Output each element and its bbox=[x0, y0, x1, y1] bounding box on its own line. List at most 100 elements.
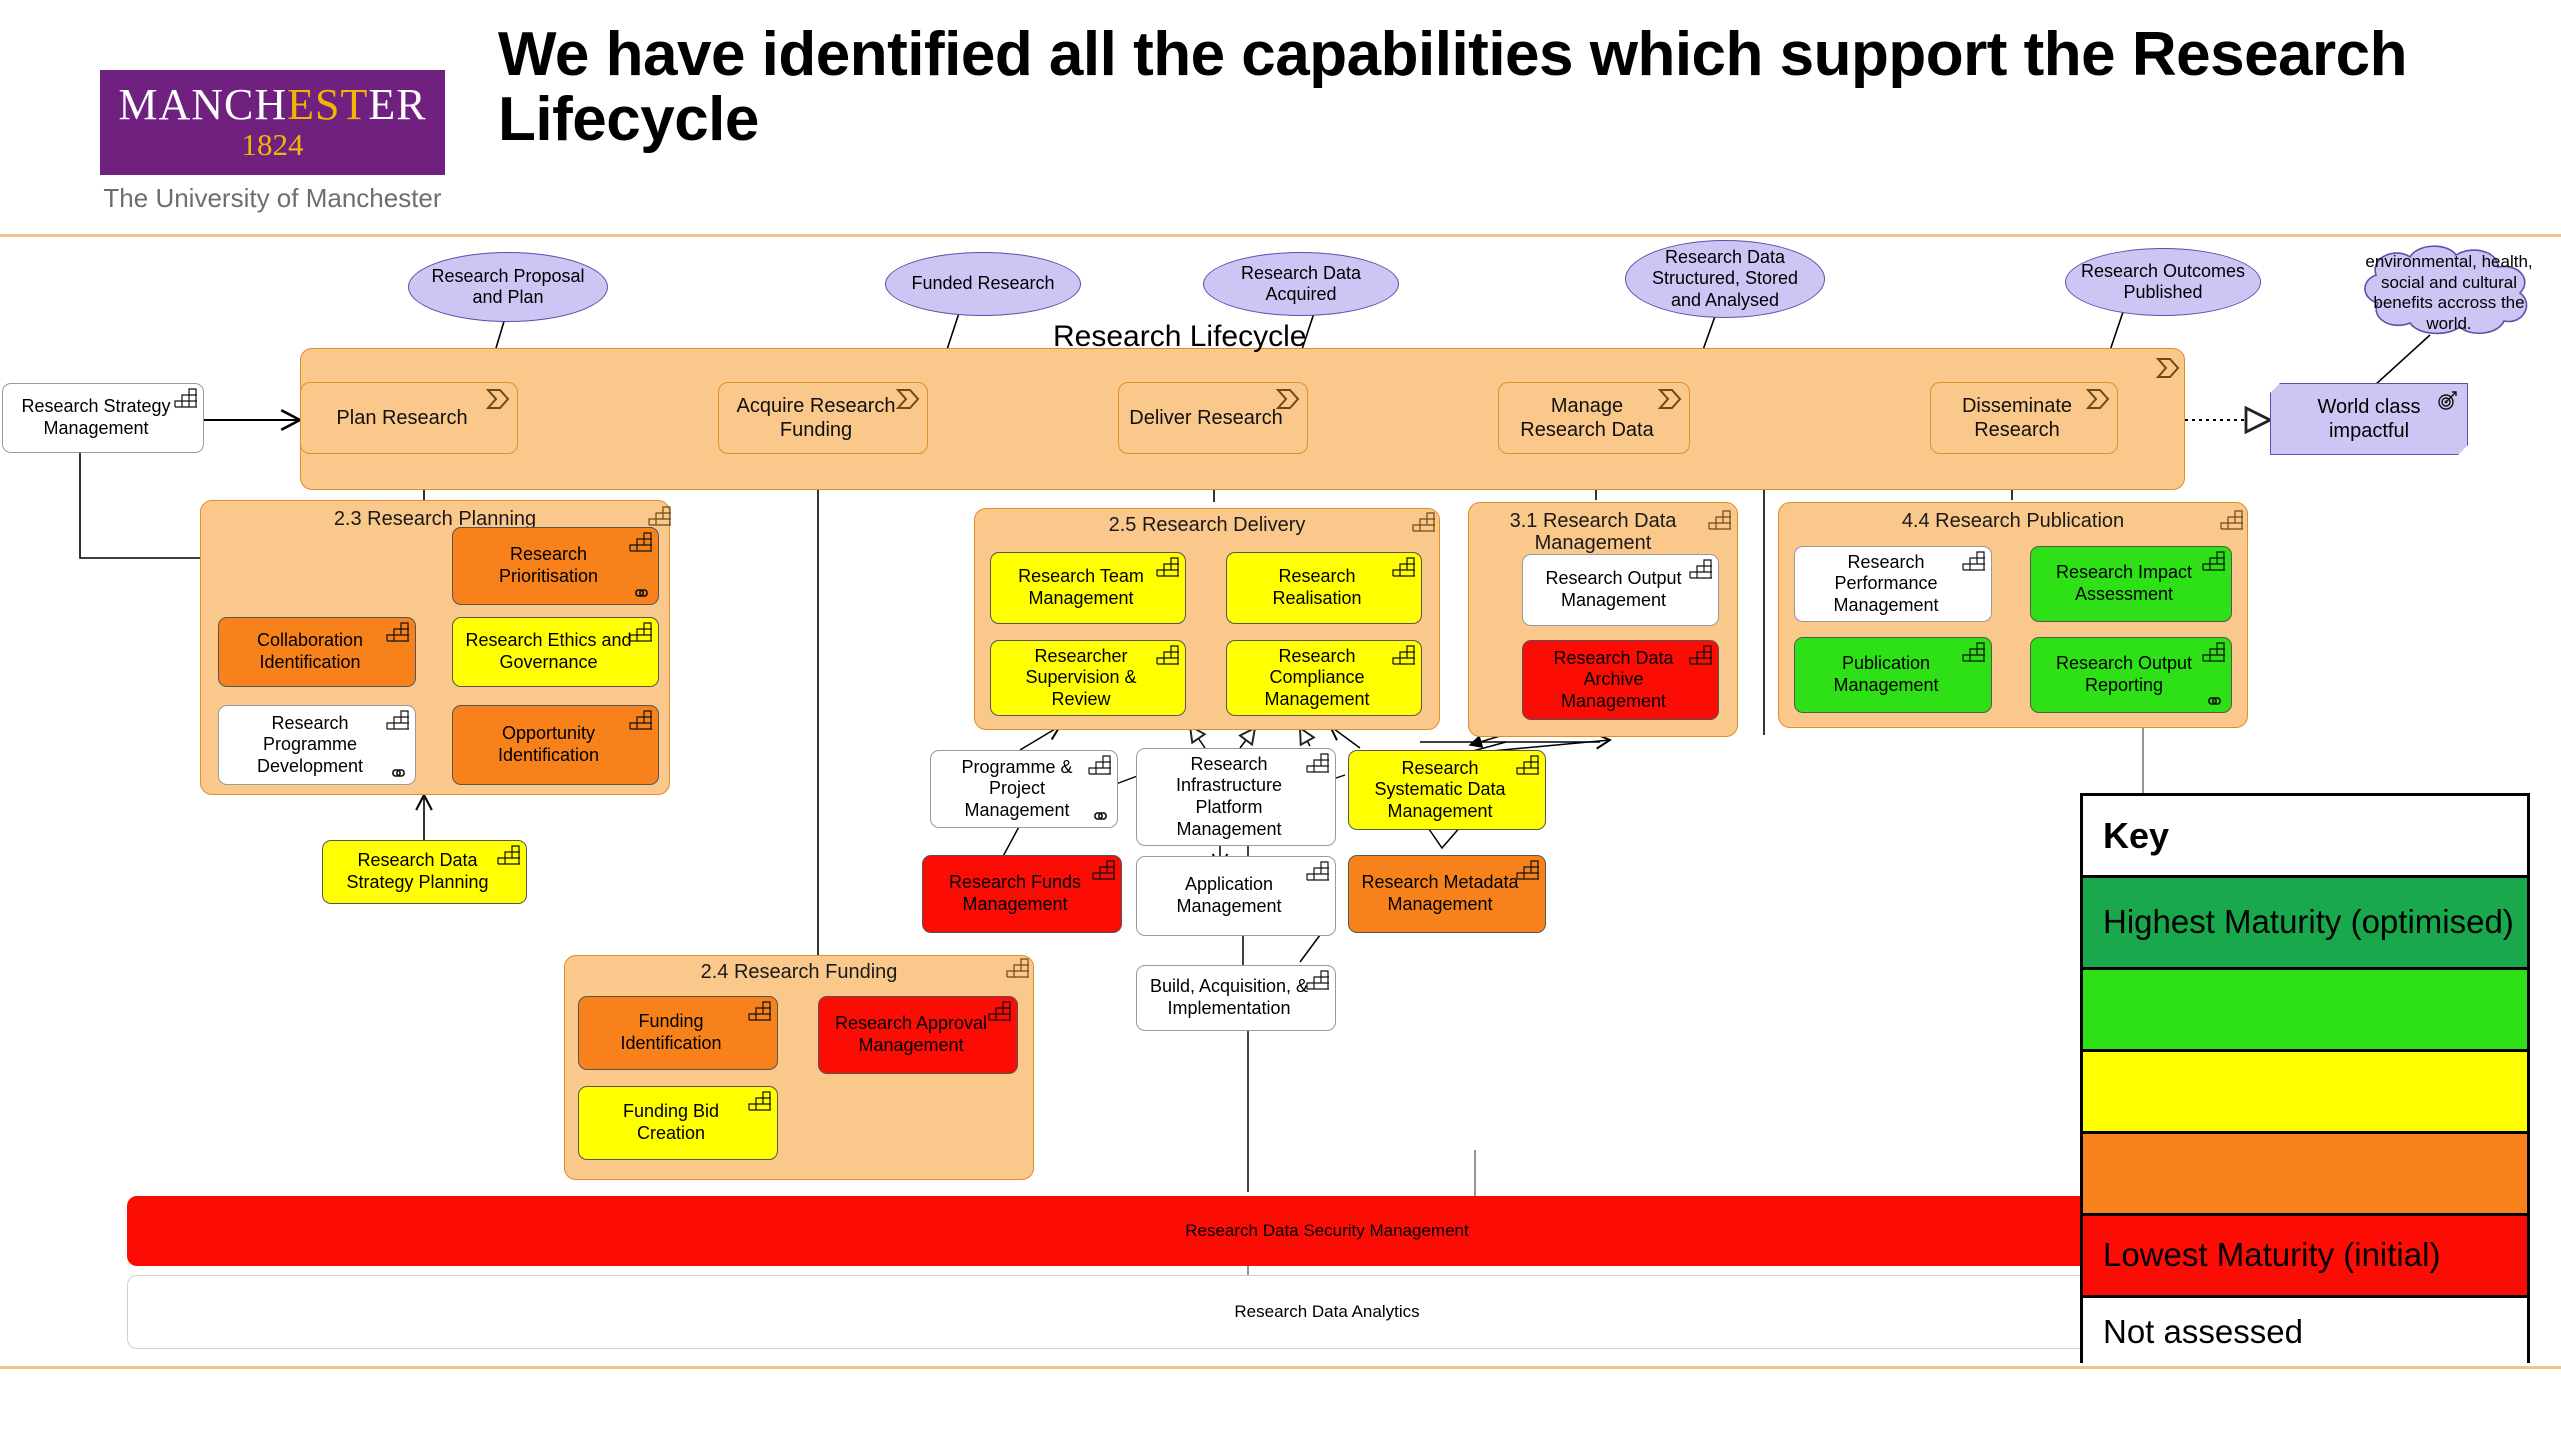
capability-build-acquisition-and-implementation[interactable]: Build, Acquisition, & Implementation bbox=[1136, 965, 1336, 1031]
capability-researcher-supervision-and-review[interactable]: Researcher Supervision & Review bbox=[990, 640, 1186, 716]
capability-research-performance-management[interactable]: Research Performance Management bbox=[1794, 546, 1992, 622]
capability-research-compliance-management[interactable]: Research Compliance Management bbox=[1226, 640, 1422, 716]
process-manage-research-data[interactable]: Manage Research Data bbox=[1498, 382, 1690, 454]
capability-icon bbox=[1689, 645, 1712, 665]
capability-research-prioritisation[interactable]: Research Prioritisation bbox=[452, 527, 659, 605]
group-title: 2.5 Research Delivery bbox=[1108, 514, 1306, 536]
capability-icon bbox=[629, 622, 652, 642]
process-disseminate-research[interactable]: Disseminate Research bbox=[1930, 382, 2118, 454]
capability-research-data-strategy-planning[interactable]: Research Data Strategy Planning bbox=[322, 840, 527, 904]
capability-label: Research Programme Development bbox=[256, 712, 364, 776]
logo-mark: MANCHESTER 1824 bbox=[100, 70, 445, 175]
key-label: Highest Maturity (optimised) bbox=[2103, 903, 2514, 941]
capability-label: Collaboration Identification bbox=[256, 630, 364, 672]
capability-research-team-management[interactable]: Research Team Management bbox=[990, 552, 1186, 624]
capability-icon bbox=[1412, 512, 1435, 532]
capability-label: Research Output Reporting bbox=[2055, 653, 2193, 695]
capability-research-approval-management[interactable]: Research Approval Management bbox=[818, 996, 1018, 1074]
capability-label: Research Prioritisation bbox=[498, 544, 599, 586]
business-process-icon bbox=[2085, 389, 2110, 409]
capability-funding-identification[interactable]: Funding Identification bbox=[578, 996, 778, 1070]
capability-icon bbox=[1689, 559, 1712, 579]
capability-icon bbox=[748, 1001, 771, 1021]
group-title: 2.4 Research Funding bbox=[700, 961, 898, 983]
slide-canvas: MANCHESTER 1824 The University of Manche… bbox=[0, 0, 2561, 1440]
capability-label: Researcher Supervision & Review bbox=[1025, 645, 1137, 709]
capability-research-ethics-and-governance[interactable]: Research Ethics and Governance bbox=[452, 617, 659, 687]
capability-icon bbox=[1708, 510, 1731, 530]
capability-icon bbox=[1156, 645, 1179, 665]
group-title: 3.1 Research Data Management bbox=[1509, 510, 1677, 555]
event-research-data-acquired[interactable]: Research Data Acquired bbox=[1203, 252, 1399, 316]
capability-programme-and-project-management[interactable]: Programme & Project Management bbox=[930, 750, 1118, 828]
goal-world-class-impactful[interactable]: World class impactful bbox=[2270, 383, 2468, 455]
event-research-data-structured-stored-analysed[interactable]: Research Data Structured, Stored and Ana… bbox=[1625, 240, 1825, 318]
logo-word-part-4: ER bbox=[368, 80, 427, 130]
capability-label: Research Team Management bbox=[1018, 566, 1144, 608]
capability-label: Research Systematic Data Management bbox=[1374, 757, 1506, 821]
capability-label: Research Data Security Management bbox=[1185, 1221, 1469, 1240]
capability-icon bbox=[1962, 642, 1985, 662]
header-divider bbox=[0, 234, 2561, 237]
capability-collaboration-identification[interactable]: Collaboration Identification bbox=[218, 617, 416, 687]
capability-icon bbox=[629, 710, 652, 730]
capability-icon bbox=[497, 845, 520, 865]
event-research-outcomes-published[interactable]: Research Outcomes Published bbox=[2065, 248, 2261, 316]
capability-icon bbox=[629, 532, 652, 552]
logo-subtitle: The University of Manchester bbox=[103, 183, 442, 213]
capability-label: Research Infrastructure Platform Managem… bbox=[1175, 753, 1283, 839]
business-process-icon bbox=[1275, 389, 1300, 409]
capability-opportunity-identification[interactable]: Opportunity Identification bbox=[452, 705, 659, 785]
process-deliver-research[interactable]: Deliver Research bbox=[1118, 382, 1308, 454]
process-plan-research[interactable]: Plan Research bbox=[300, 382, 518, 454]
capability-label: Research Metadata Management bbox=[1361, 872, 1519, 914]
capability-research-strategy-management[interactable]: Research Strategy Management bbox=[2, 383, 204, 453]
event-funded-research[interactable]: Funded Research bbox=[885, 252, 1081, 316]
capability-icon bbox=[1156, 557, 1179, 577]
event-label: Research Data Structured, Stored and Ana… bbox=[1651, 247, 1799, 310]
capability-label: Research Data Strategy Planning bbox=[346, 850, 489, 892]
capability-icon bbox=[1962, 551, 1985, 571]
capability-label: Research Output Management bbox=[1545, 568, 1682, 610]
event-label: Research Outcomes Published bbox=[2080, 260, 2246, 302]
capability-icon bbox=[1392, 557, 1415, 577]
capability-icon bbox=[2202, 642, 2225, 662]
capability-research-realisation[interactable]: Research Realisation bbox=[1226, 552, 1422, 624]
key-row-not-assessed: Not assessed bbox=[2083, 1298, 2527, 1366]
key-legend: Key Highest Maturity (optimised) Lowest … bbox=[2080, 793, 2530, 1366]
capability-icon bbox=[2202, 551, 2225, 571]
capability-icon bbox=[1092, 860, 1115, 880]
event-label: Research Data Acquired bbox=[1240, 262, 1362, 304]
slide-title: We have identified all the capabilities … bbox=[498, 20, 2408, 155]
capability-research-systematic-data-management[interactable]: Research Systematic Data Management bbox=[1348, 750, 1546, 830]
capability-research-impact-assessment[interactable]: Research Impact Assessment bbox=[2030, 546, 2232, 622]
key-row-lowest: Lowest Maturity (initial) bbox=[2083, 1216, 2527, 1298]
capability-label: Opportunity Identification bbox=[497, 723, 600, 765]
process-label: Plan Research bbox=[336, 407, 468, 429]
event-research-proposal-and-plan[interactable]: Research Proposal and Plan bbox=[408, 252, 608, 322]
capability-application-management[interactable]: Application Management bbox=[1136, 856, 1336, 936]
capability-label: Funding Identification bbox=[620, 1011, 722, 1053]
process-acquire-research-funding[interactable]: Acquire Research Funding bbox=[718, 382, 928, 454]
capability-research-programme-development[interactable]: Research Programme Development bbox=[218, 705, 416, 785]
process-label: Disseminate Research bbox=[1961, 395, 2073, 441]
event-label: Research Proposal and Plan bbox=[431, 265, 585, 307]
capability-research-output-management[interactable]: Research Output Management bbox=[1522, 554, 1719, 626]
capability-icon bbox=[648, 506, 671, 526]
capability-icon bbox=[1516, 755, 1539, 775]
key-row-orange bbox=[2083, 1134, 2527, 1216]
capability-label: Research Strategy Management bbox=[21, 396, 171, 438]
capability-icon bbox=[748, 1091, 771, 1111]
capability-research-output-reporting[interactable]: Research Output Reporting bbox=[2030, 637, 2232, 713]
capability-research-infrastructure-platform-management[interactable]: Research Infrastructure Platform Managem… bbox=[1136, 748, 1336, 846]
capability-research-metadata-management[interactable]: Research Metadata Management bbox=[1348, 855, 1546, 933]
capability-research-data-archive-management[interactable]: Research Data Archive Management bbox=[1522, 640, 1719, 720]
capability-research-funds-management[interactable]: Research Funds Management bbox=[922, 855, 1122, 933]
capability-funding-bid-creation[interactable]: Funding Bid Creation bbox=[578, 1086, 778, 1160]
capability-publication-management[interactable]: Publication Management bbox=[1794, 637, 1992, 713]
logo-word-part-3: T bbox=[340, 80, 369, 130]
capability-icon bbox=[1306, 753, 1329, 773]
process-label: Deliver Research bbox=[1129, 407, 1283, 429]
key-title-row: Key bbox=[2083, 796, 2527, 878]
link-icon bbox=[2208, 697, 2221, 705]
